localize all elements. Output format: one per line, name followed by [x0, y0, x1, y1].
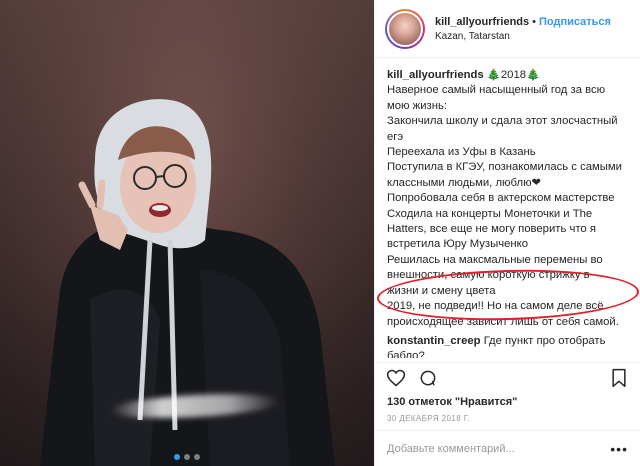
comments-section: kill_allyourfriends 🎄2018🎄 Наверное самы… [375, 58, 640, 358]
caption-line-highlighted: происходящее зависит лишь от себя самой. [387, 315, 619, 328]
caption-line: жизни и смену цвета [387, 284, 496, 297]
caption-line: мою жизнь: [387, 99, 447, 112]
caption-line: Решилась на максмальные перемены во [387, 253, 603, 266]
comment-input[interactable] [387, 442, 597, 455]
instagram-post: kill_allyourfriends • Подписаться Kazan, T… [0, 0, 640, 466]
post-side-panel: kill_allyourfriends • Подписаться Kazan, T… [374, 0, 640, 466]
header-text: kill_allyourfriends • Подписаться Kazan, T… [435, 16, 611, 42]
caption-line: Переехала из Уфы в Казань [387, 146, 536, 159]
heart-icon[interactable] [385, 367, 407, 389]
caption-username[interactable]: kill_allyourfriends [387, 69, 484, 81]
carousel-dot-active[interactable] [174, 454, 180, 460]
add-comment-bar: ••• [375, 430, 640, 466]
caption-line: Поступила в КГЭУ, познакомилась с самыми [387, 161, 622, 174]
caption-line: внешности, самую короткую стрижку в [387, 269, 590, 282]
caption-title: 🎄2018🎄 [486, 69, 541, 81]
comment-username[interactable]: konstantin_creep [387, 335, 481, 347]
post-date: 30 ДЕКАБРЯ 2018 Г. [387, 414, 471, 423]
post-header: kill_allyourfriends • Подписаться Kazan, T… [375, 0, 640, 58]
caption-line: классными людьми, люблю❤ [387, 176, 542, 189]
bookmark-icon[interactable] [608, 367, 630, 389]
likes-count[interactable]: 130 отметок "Нравится" [387, 396, 517, 408]
caption-line: Попробовала себя в актерском мастерстве [387, 192, 615, 205]
carousel-dot[interactable] [194, 454, 200, 460]
caption-line-highlighted: 2019, не подведи!! Но на самом деле всё [387, 300, 604, 313]
carousel-dot[interactable] [184, 454, 190, 460]
caption-line: встретила Юру Музыченко [387, 238, 528, 251]
caption-line: Закончила школу и сдала этот злосчастный [387, 115, 618, 128]
carousel-indicator [0, 454, 374, 460]
caption-line: Сходила на концерты Монеточки и The [387, 207, 593, 220]
caption-line: Hatters, все еще не могу поверить что я [387, 223, 596, 236]
header-line: kill_allyourfriends • Подписаться [435, 16, 611, 28]
avatar[interactable] [385, 8, 425, 49]
separator-dot: • [532, 15, 537, 28]
caption: kill_allyourfriends 🎄2018🎄 Наверное самы… [387, 68, 630, 330]
caption-line: егэ [387, 130, 404, 143]
more-options-icon[interactable]: ••• [610, 441, 628, 457]
action-bar [375, 362, 640, 392]
avatar-image [387, 10, 423, 47]
username-link[interactable]: kill_allyourfriends [435, 16, 529, 28]
follow-button[interactable]: Подписаться [539, 16, 611, 28]
post-photo[interactable] [0, 0, 374, 466]
comment-icon[interactable] [417, 367, 439, 389]
comment-item: konstantin_creep Где пункт про отобрать … [387, 334, 630, 358]
location-link[interactable]: Kazan, Tatarstan [435, 31, 611, 42]
caption-line: Наверное самый насыщенный год за всю [387, 84, 606, 97]
